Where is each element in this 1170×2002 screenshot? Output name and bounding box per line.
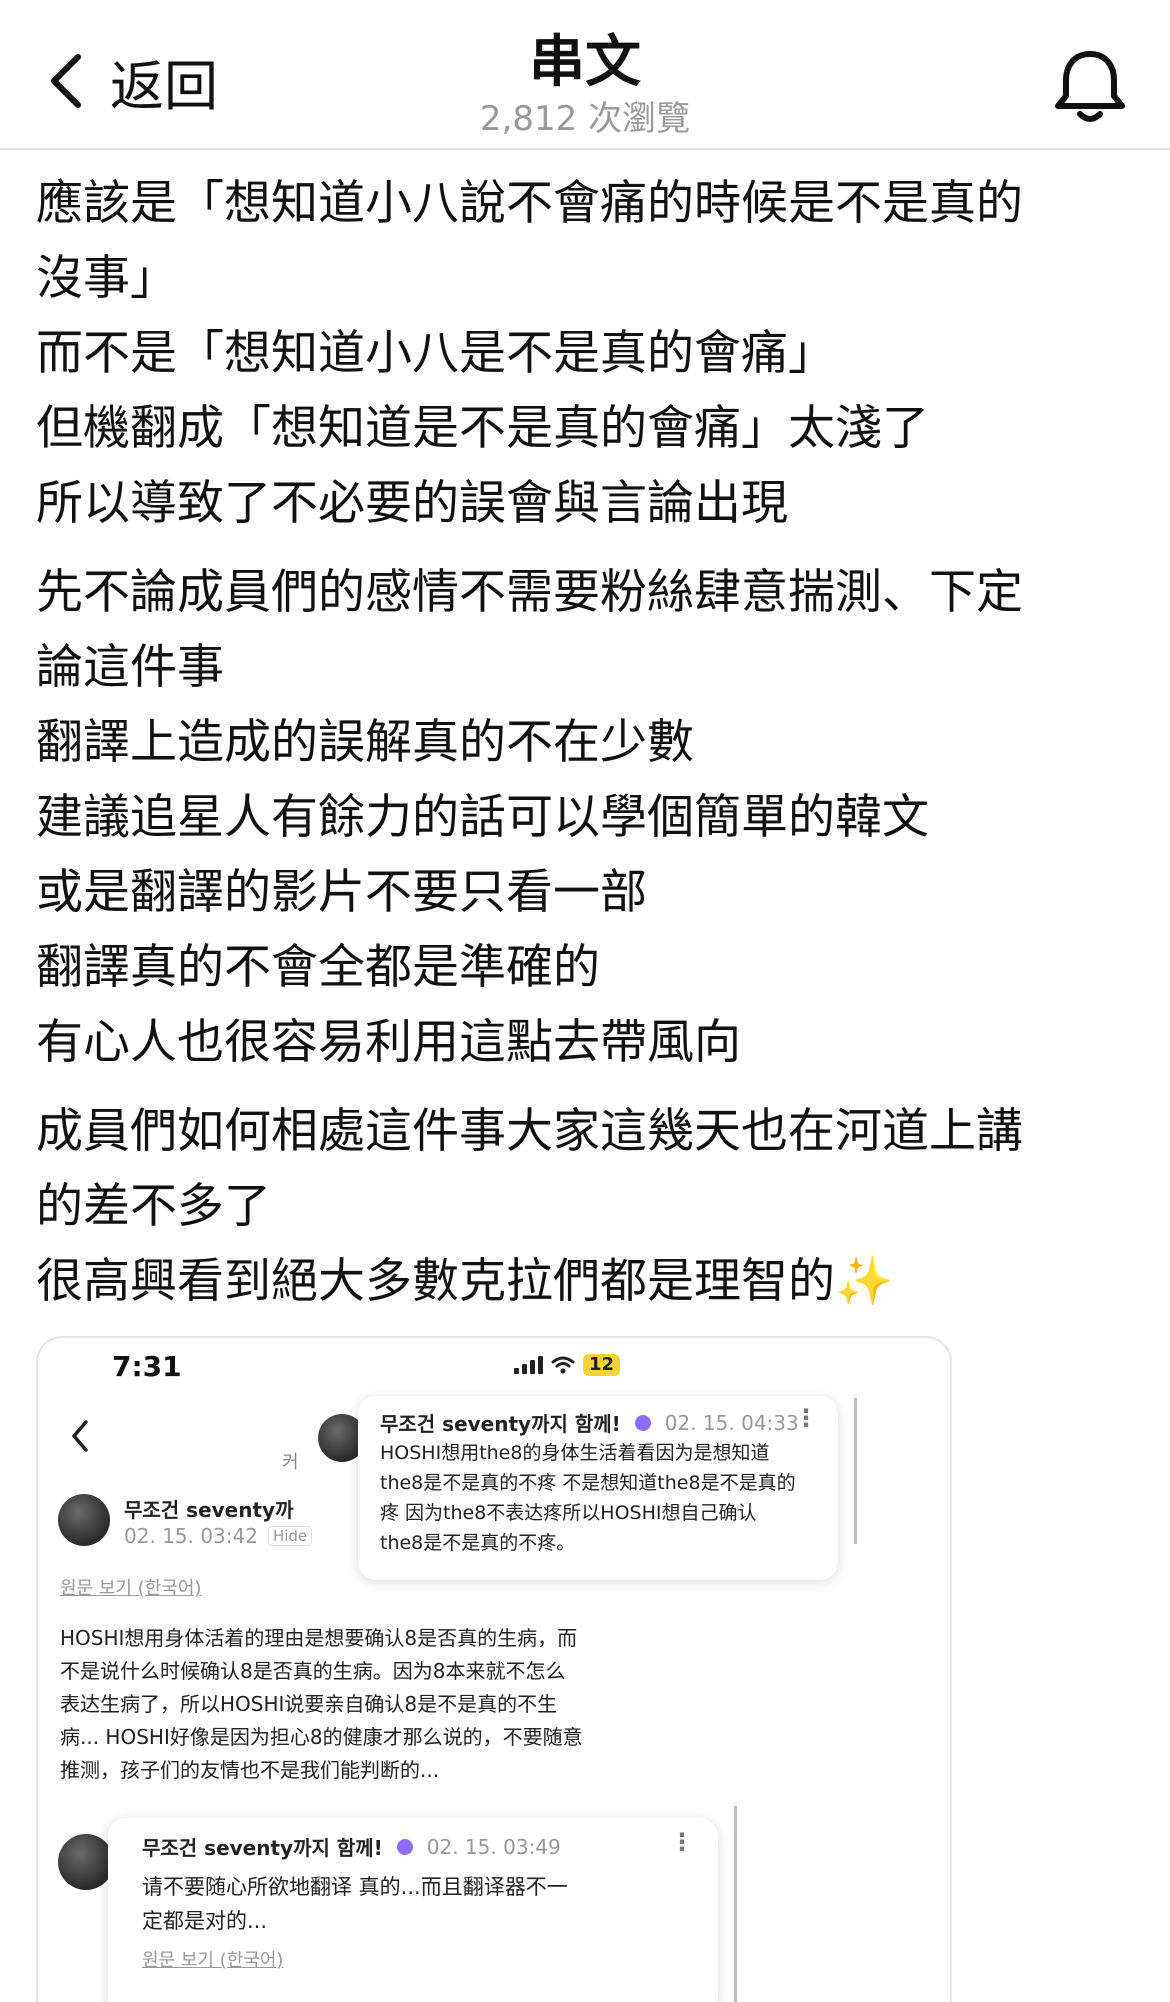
comment-line: 推测，孩子们的友情也不是我们能判断的... <box>60 1758 440 1782</box>
reply-header: 무조건 seventy까지 함께! 02. 15. 04:33 <box>380 1408 799 1437</box>
post-line: 但機翻成「想知道是不是真的會痛」太淺了 <box>36 401 929 456</box>
view-original-link: 원문 보기 (한국어) <box>142 1950 284 1971</box>
post-line-text: 很高興看到絕大多數克拉們都是理智的 <box>36 1254 835 1309</box>
more-options-icon: ⋮ <box>794 1404 818 1432</box>
comment-body: HOSHI想用身体活着的理由是想要确认8是否真的生病，而 不是说什么时候确认8是… <box>60 1622 700 1787</box>
post-line: 翻譯真的不會全都是準確的 <box>36 940 600 995</box>
top-nav-bar: 返回 串文 2,812 次瀏覽 <box>0 0 1170 150</box>
comment-author: 무조건 seventy까 <box>124 1498 294 1522</box>
header-title-block: 串文 2,812 次瀏覽 <box>0 30 1170 140</box>
comment-line: 病... HOSHI好像是因为担心8的健康才那么说的，不要随意 <box>60 1725 583 1749</box>
view-count: 2,812 次瀏覽 <box>479 99 691 139</box>
thread-divider <box>734 1806 737 2002</box>
bell-icon[interactable] <box>1050 46 1130 126</box>
sparkles-icon: ✨ <box>835 1254 894 1309</box>
more-options-icon: ⋮ <box>670 1828 694 1856</box>
reply-line: HOSHI想用the8的身体生活着看因为是想知道 <box>380 1442 770 1464</box>
post-line: 先不論成員們的感情不需要粉絲肆意揣測、下定 <box>36 565 1023 620</box>
post-line: 有心人也很容易利用這點去帶風向 <box>36 1015 741 1070</box>
post-line: 沒事」 <box>36 251 177 306</box>
reply-text: HOSHI想用the8的身体生活着看因为是想知道 the8是不是真的不疼 不是想… <box>380 1438 796 1558</box>
post-line: 所以導致了不必要的誤會與言論出現 <box>36 476 788 531</box>
verified-icon <box>396 1838 413 1855</box>
reply-bubble: 무조건 seventy까지 함께! 02. 15. 03:49 ⋮ 请不要随心所… <box>108 1818 718 2002</box>
comment-time: 02. 15. 03:42 <box>124 1524 258 1548</box>
reply-time: 02. 15. 03:49 <box>426 1834 561 1859</box>
partial-text: 커 <box>282 1452 299 1473</box>
status-icons: 12 <box>513 1354 620 1376</box>
comment-meta: 02. 15. 03:42 Hide <box>124 1524 313 1548</box>
comment-line: 不是说什么时候确认8是否真的生病。因为8本来就不怎么 <box>60 1659 566 1683</box>
post-line: 論這件事 <box>36 640 224 695</box>
thread-divider <box>854 1398 857 1544</box>
avatar <box>58 1494 110 1546</box>
reply-bubble: 무조건 seventy까지 함께! 02. 15. 04:33 ⋮ HOSHI想… <box>358 1396 838 1580</box>
post-body: 應該是「想知道小八說不會痛的時候是不是真的 沒事」 而不是「想知道小八是不是真的… <box>36 166 1146 1333</box>
post-line-with-emoji: 很高興看到絕大多數克拉們都是理智的✨ <box>36 1244 1146 1319</box>
reply-header: 무조건 seventy까지 함께! 02. 15. 03:49 <box>142 1832 561 1861</box>
comment-line: 表达生病了，所以HOSHI说要亲自确认8是不是真的不生 <box>60 1692 558 1716</box>
reply-author: 무조건 seventy까지 함께! <box>142 1836 383 1860</box>
reply-line: the8是不是真的不疼。 <box>380 1532 576 1554</box>
reply-author: 무조건 seventy까지 함께! <box>380 1412 621 1436</box>
post-line: 成員們如何相處這件事大家這幾天也在河道上講 <box>36 1104 1023 1159</box>
page-title: 串文 <box>529 30 641 95</box>
post-paragraph: 成員們如何相處這件事大家這幾天也在河道上講 的差不多了 很高興看到絕大多數克拉們… <box>36 1094 1146 1319</box>
post-paragraph: 應該是「想知道小八說不會痛的時候是不是真的 沒事」 而不是「想知道小八是不是真的… <box>36 166 1146 541</box>
reply-text: 请不要随心所欲地翻译 真的...而且翻译器不一 定都是对的... <box>142 1870 568 1938</box>
post-line: 建議追星人有餘力的話可以學個簡單的韓文 <box>36 790 929 845</box>
post-line: 或是翻譯的影片不要只看一部 <box>36 865 647 920</box>
signal-icon <box>513 1356 543 1374</box>
reply-line: the8是不是真的不疼 不是想知道the8是不是真的 <box>380 1472 796 1494</box>
reply-time: 02. 15. 04:33 <box>664 1410 799 1435</box>
post-line: 應該是「想知道小八說不會痛的時候是不是真的 <box>36 176 1023 231</box>
post-paragraph: 先不論成員們的感情不需要粉絲肆意揣測、下定 論這件事 翻譯上造成的誤解真的不在少… <box>36 555 1146 1080</box>
post-line: 的差不多了 <box>36 1179 271 1234</box>
view-original-link: 원문 보기 (한국어) <box>60 1578 202 1599</box>
reply-line: 请不要随心所欲地翻译 真的...而且翻译器不一 <box>142 1875 568 1899</box>
chevron-left-icon <box>72 1420 88 1452</box>
attached-screenshot[interactable]: 7:31 12 커 무조건 seventy까 02. 15. 03:42 Hid… <box>36 1336 952 2002</box>
wifi-icon <box>551 1356 575 1374</box>
reply-line: 定都是对的... <box>142 1909 268 1933</box>
comment-line: HOSHI想用身体活着的理由是想要确认8是否真的生病，而 <box>60 1626 578 1650</box>
post-line: 而不是「想知道小八是不是真的會痛」 <box>36 326 835 381</box>
status-time: 7:31 <box>112 1350 182 1383</box>
avatar <box>58 1834 114 1890</box>
battery-icon: 12 <box>582 1354 620 1376</box>
verified-icon <box>634 1414 651 1431</box>
post-line: 翻譯上造成的誤解真的不在少數 <box>36 715 694 770</box>
hide-badge: Hide <box>267 1526 313 1546</box>
reply-line: 疼 因为the8不表达疼所以HOSHI想自己确认 <box>380 1502 757 1524</box>
